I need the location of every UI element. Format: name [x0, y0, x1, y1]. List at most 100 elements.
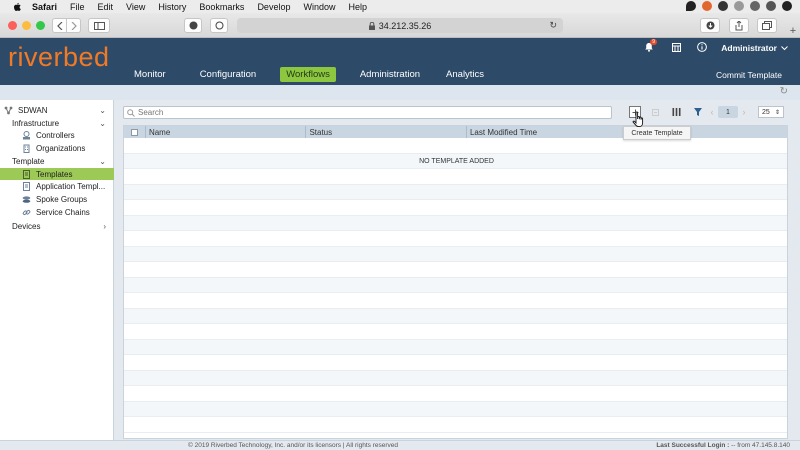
nav-tab-analytics[interactable]: Analytics — [440, 67, 490, 82]
menu-safari[interactable]: Safari — [32, 2, 57, 12]
status-icon-2[interactable] — [702, 1, 712, 11]
status-icon-7[interactable] — [782, 1, 792, 11]
share-button[interactable] — [729, 18, 749, 33]
chevron-right-icon — [71, 21, 77, 30]
spoke-groups-icon — [22, 195, 31, 203]
nav-tab-administration[interactable]: Administration — [354, 67, 426, 82]
notifications-button[interactable]: 9 — [644, 39, 658, 54]
riverbed-logo[interactable]: riverbed — [8, 42, 110, 72]
columns-button[interactable] — [670, 106, 682, 118]
sidebar-item-application-templates[interactable]: Application Templ... — [0, 180, 114, 192]
filter-button[interactable] — [692, 106, 704, 118]
sidebar-item-templates[interactable]: Templates — [0, 168, 114, 180]
user-menu[interactable]: Administrator — [721, 43, 788, 53]
sidebar-item-template[interactable]: Template ⌄ — [0, 155, 114, 167]
sidebar-root-sdwan[interactable]: SDWAN ⌄ — [0, 104, 114, 116]
status-icon-4[interactable] — [734, 1, 744, 11]
sidebar-item-label: Template — [12, 156, 45, 166]
app-header: riverbed Monitor Configuration Workflows… — [0, 38, 800, 85]
back-button[interactable] — [52, 18, 67, 33]
sidebar-item-label: Infrastructure — [12, 118, 60, 128]
sidebar-toggle-button[interactable] — [88, 18, 110, 33]
table-row — [124, 277, 787, 293]
page-size-select[interactable]: 25 ⇕ — [758, 106, 784, 118]
page-number[interactable]: 1 — [718, 106, 738, 118]
network-icon — [4, 106, 13, 114]
info-button[interactable] — [697, 42, 708, 54]
calendar-button[interactable] — [672, 42, 682, 54]
status-icon-1[interactable] — [686, 1, 696, 11]
new-tab-button[interactable]: + — [786, 25, 800, 38]
empty-message: NO TEMPLATE ADDED — [419, 158, 494, 165]
copyright-text: © 2019 Riverbed Technology, Inc. and/or … — [188, 442, 399, 449]
menu-view[interactable]: View — [126, 2, 145, 12]
sidebar-item-label: Service Chains — [36, 207, 90, 217]
window-controls — [8, 21, 45, 30]
header-actions: 9 Administrator — [644, 39, 788, 54]
search-box[interactable] — [123, 106, 612, 119]
next-page-button[interactable]: › — [740, 106, 748, 118]
notification-badge: 9 — [650, 39, 658, 45]
sidebar-item-controllers[interactable]: Controllers — [0, 129, 114, 141]
delete-button[interactable] — [649, 106, 661, 118]
menu-develop[interactable]: Develop — [257, 2, 290, 12]
table-row — [124, 262, 787, 278]
sidebar-item-devices[interactable]: Devices › — [0, 220, 114, 232]
menu-window[interactable]: Window — [303, 2, 335, 12]
chevron-left-icon — [56, 21, 62, 30]
lock-icon — [368, 21, 375, 30]
sidebar-item-label: Application Templ... — [36, 181, 106, 191]
calendar-icon — [672, 43, 682, 52]
share-icon — [735, 20, 743, 30]
table-row — [124, 339, 787, 355]
commit-template-button[interactable]: Commit Template — [716, 70, 782, 80]
column-header-status[interactable]: Status — [306, 126, 467, 138]
nav-tab-configuration[interactable]: Configuration — [194, 67, 263, 82]
table-row — [124, 308, 787, 324]
table-row — [124, 386, 787, 402]
close-window-button[interactable] — [8, 21, 17, 30]
main-nav: Monitor Configuration Workflows Administ… — [128, 67, 490, 82]
forward-button[interactable] — [66, 18, 81, 33]
zoom-window-button[interactable] — [36, 21, 45, 30]
menu-history[interactable]: History — [158, 2, 186, 12]
status-icon-6[interactable] — [766, 1, 776, 11]
status-icon-5[interactable] — [750, 1, 760, 11]
search-input[interactable] — [138, 108, 598, 117]
organizations-icon — [23, 144, 30, 153]
status-icon-3[interactable] — [718, 1, 728, 11]
apple-icon[interactable] — [12, 2, 22, 12]
menu-file[interactable]: File — [70, 2, 85, 12]
sidebar-item-service-chains[interactable]: Service Chains — [0, 206, 114, 218]
menu-edit[interactable]: Edit — [98, 2, 114, 12]
sidebar-item-organizations[interactable]: Organizations — [0, 142, 114, 154]
nav-tab-monitor[interactable]: Monitor — [128, 67, 172, 82]
sidebar-item-infrastructure[interactable]: Infrastructure ⌄ — [0, 117, 114, 129]
sidebar-root-label: SDWAN — [18, 105, 48, 115]
address-bar[interactable]: 34.212.35.26 ↻ — [237, 18, 563, 33]
nav-tab-workflows[interactable]: Workflows — [280, 67, 336, 82]
downloads-button[interactable] — [700, 18, 720, 33]
chevron-down-icon: ⌄ — [99, 156, 106, 166]
table-row — [124, 231, 787, 247]
remove-icon — [651, 108, 659, 116]
minimize-window-button[interactable] — [22, 21, 31, 30]
table-row — [124, 417, 787, 433]
refresh-icon[interactable]: ↻ — [780, 86, 788, 97]
sidebar-item-label: Organizations — [36, 143, 86, 153]
extension-button-1[interactable] — [184, 18, 202, 33]
column-header-name[interactable]: Name — [146, 126, 307, 138]
user-name: Administrator — [721, 43, 777, 53]
tabs-overview-button[interactable] — [757, 18, 777, 33]
search-icon — [127, 108, 135, 117]
table-row — [124, 200, 787, 216]
reload-icon[interactable]: ↻ — [549, 20, 557, 31]
controllers-icon — [23, 130, 30, 139]
menu-bookmarks[interactable]: Bookmarks — [199, 2, 244, 12]
mac-menu-bar: Safari File Edit View History Bookmarks … — [0, 0, 800, 13]
select-all-checkbox[interactable] — [130, 128, 138, 136]
sidebar-item-spoke-groups[interactable]: Spoke Groups — [0, 193, 114, 205]
menu-help[interactable]: Help — [348, 2, 367, 12]
previous-page-button[interactable]: ‹ — [708, 106, 716, 118]
extension-button-2[interactable] — [210, 18, 228, 33]
